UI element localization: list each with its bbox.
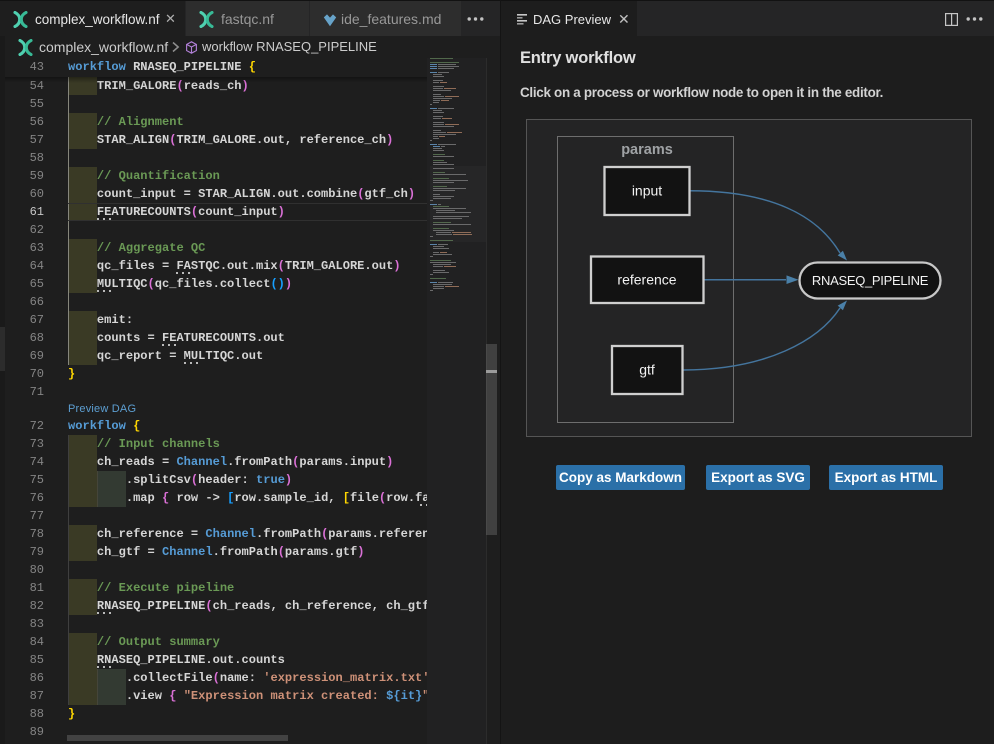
svg-text:RNASEQ_PIPELINE: RNASEQ_PIPELINE	[812, 273, 929, 288]
svg-text:gtf: gtf	[639, 362, 655, 378]
svg-text:input: input	[632, 183, 662, 199]
svg-text:reference: reference	[617, 272, 676, 288]
svg-text:params: params	[621, 142, 673, 158]
